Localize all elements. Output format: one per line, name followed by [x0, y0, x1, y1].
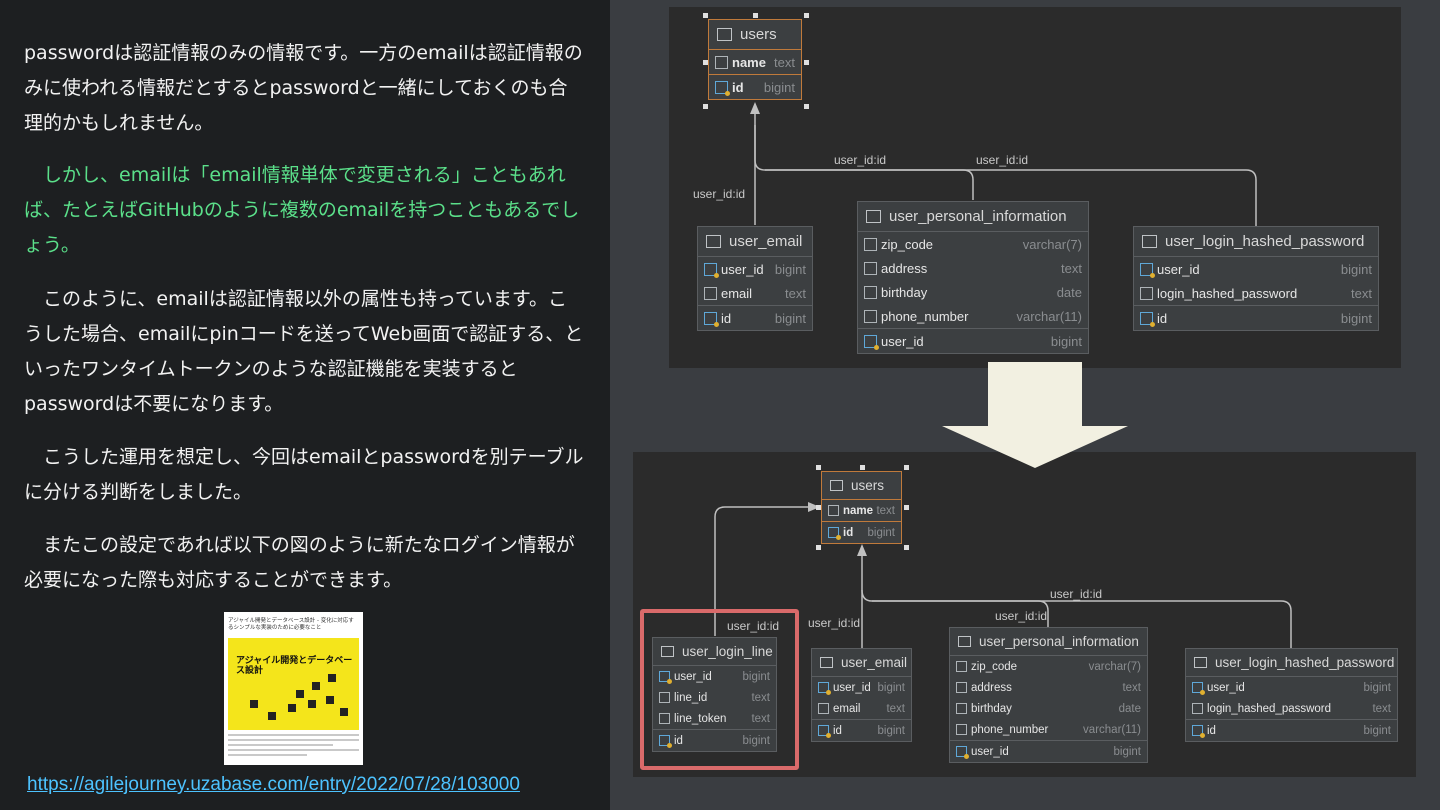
column-row: email text [698, 281, 812, 305]
key-icon [704, 262, 719, 278]
table-icon [958, 636, 971, 647]
column-row: user_id bigint [812, 677, 911, 698]
pk-row: id bigint [822, 522, 901, 543]
table-user-login-hashed-password-top[interactable]: user_login_hashed_password user_id bigint… [1133, 226, 1379, 331]
edge-label: user_id:id [976, 153, 1029, 167]
edge-label: user_id:id [1050, 587, 1103, 601]
column-icon [864, 237, 877, 251]
column-row: birthday date [858, 280, 1088, 304]
table-icon [820, 657, 833, 668]
table-user-login-hashed-password-bottom[interactable]: user_login_hashed_password user_id bigint… [1185, 648, 1398, 742]
pk-row: user_id bigint [950, 741, 1147, 762]
edge-label: user_id:id [727, 619, 780, 633]
pk-row: id bigint [812, 720, 911, 741]
column-icon [704, 286, 717, 300]
table-title: user_email [729, 233, 803, 250]
table-icon [1142, 235, 1157, 248]
table-title: user_login_hashed_password [1165, 233, 1365, 250]
table-title: users [851, 478, 885, 493]
table-user-personal-information-top[interactable]: user_personal_information zip_code varcha… [857, 201, 1089, 354]
key-icon [828, 527, 841, 540]
column-row: address text [950, 677, 1147, 698]
column-row: name text [709, 50, 801, 74]
column-row: zip_code varchar(7) [950, 656, 1147, 677]
table-title: users [740, 26, 777, 43]
edge-label: user_id:id [834, 153, 887, 167]
column-row: login_hashed_password text [1186, 698, 1397, 719]
column-icon [956, 703, 967, 714]
key-icon [1140, 262, 1155, 278]
key-icon [956, 746, 969, 759]
key-icon [818, 725, 831, 738]
column-row: zip_code varchar(7) [858, 232, 1088, 256]
column-row: address text [858, 256, 1088, 280]
column-row: login_hashed_password text [1134, 281, 1378, 305]
pk-row: id bigint [709, 75, 801, 99]
pk-row: id bigint [698, 306, 812, 330]
table-icon [706, 235, 721, 248]
key-icon [864, 334, 879, 350]
column-row: phone_number varchar(11) [950, 719, 1147, 740]
table-users-top[interactable]: users name text id bigint [708, 19, 802, 100]
pk-row: id bigint [1186, 720, 1397, 741]
column-icon [956, 661, 967, 672]
column-icon [1192, 703, 1203, 714]
column-icon [956, 682, 967, 693]
column-icon [956, 724, 967, 735]
column-icon [1140, 286, 1153, 300]
table-title: user_login_hashed_password [1215, 655, 1395, 670]
pk-row: id bigint [1134, 306, 1378, 330]
edge-label: user_id:id [808, 616, 861, 630]
table-icon [866, 210, 881, 223]
key-icon [1192, 725, 1205, 738]
key-icon [1192, 682, 1205, 695]
column-row: user_id bigint [698, 257, 812, 281]
column-row: phone_number varchar(11) [858, 304, 1088, 328]
column-row: user_id bigint [1186, 677, 1397, 698]
column-icon [864, 285, 877, 299]
table-user-email-top[interactable]: user_email user_id bigint email text id big… [697, 226, 813, 331]
table-icon [717, 28, 732, 41]
table-user-personal-information-bottom[interactable]: user_personal_information zip_code varcha… [949, 627, 1148, 763]
table-icon [830, 480, 843, 491]
key-icon [704, 311, 719, 327]
highlight-box [640, 609, 799, 770]
table-title: user_personal_information [889, 208, 1067, 225]
column-row: birthday date [950, 698, 1147, 719]
column-icon [818, 703, 829, 714]
column-row: name text [822, 500, 901, 521]
column-icon [715, 55, 728, 69]
table-title: user_personal_information [979, 634, 1139, 649]
table-title: user_email [841, 655, 908, 670]
column-icon [864, 261, 877, 275]
edge-label: user_id:id [693, 187, 746, 201]
edge-label: user_id:id [995, 609, 1048, 623]
key-icon [715, 80, 730, 96]
table-user-email-bottom[interactable]: user_email user_id bigint email text id big… [811, 648, 912, 742]
pk-row: user_id bigint [858, 329, 1088, 353]
key-icon [818, 682, 831, 695]
key-icon [1140, 311, 1155, 327]
table-icon [1194, 657, 1207, 668]
column-row: user_id bigint [1134, 257, 1378, 281]
table-users-bottom[interactable]: users name text id bigint [821, 471, 902, 544]
column-icon [864, 309, 877, 323]
column-icon [828, 505, 839, 516]
column-row: email text [812, 698, 911, 719]
